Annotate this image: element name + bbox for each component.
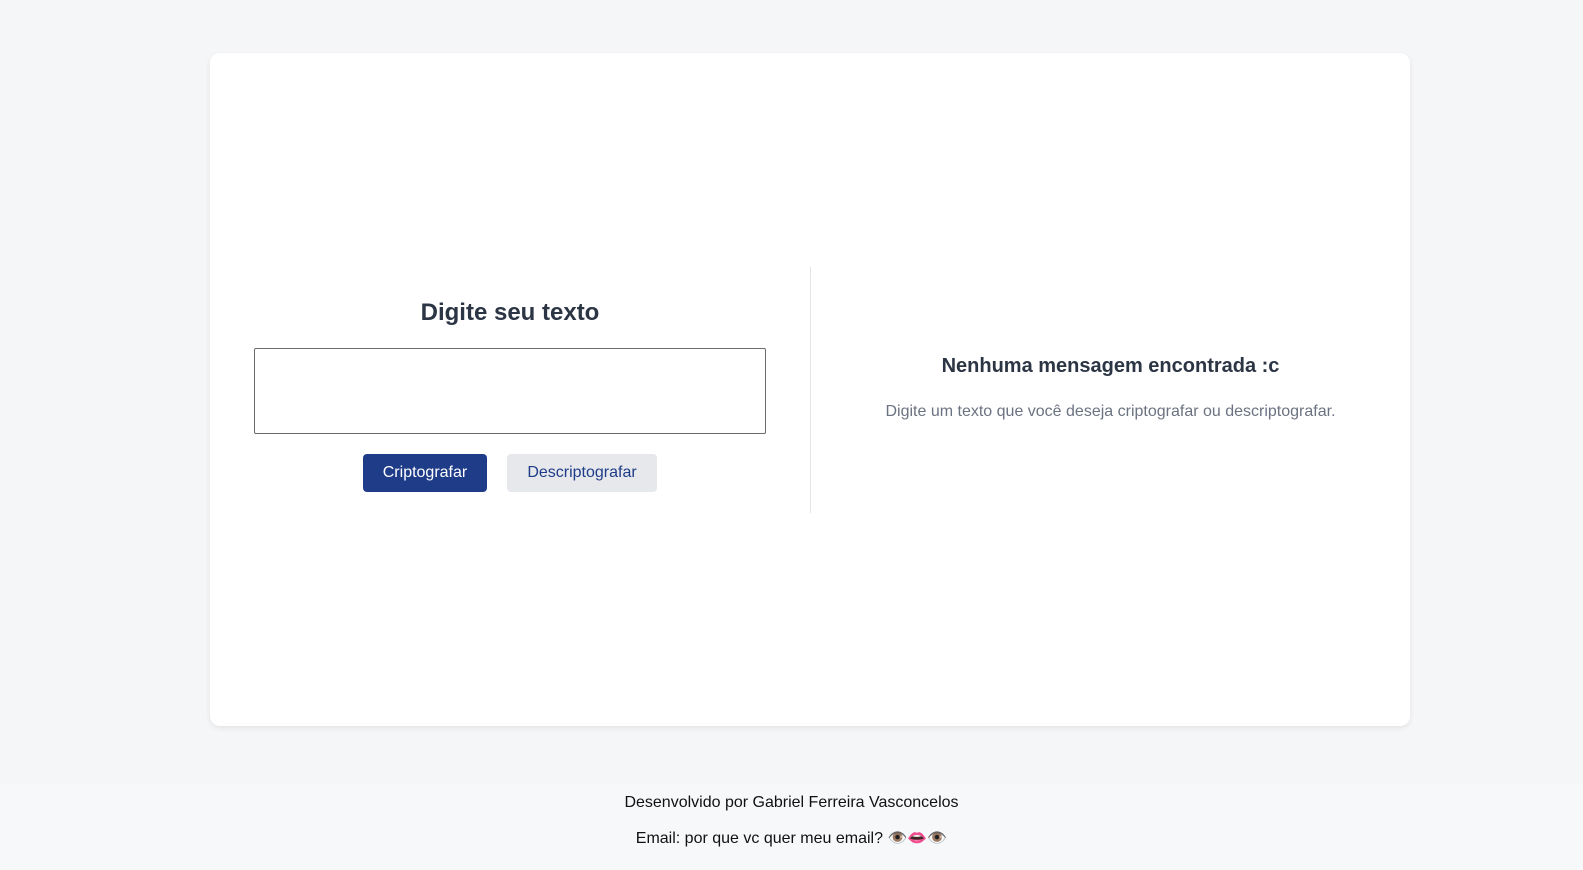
panel-divider (810, 267, 811, 513)
encrypt-button[interactable]: Criptografar (363, 454, 487, 492)
decrypt-button[interactable]: Descriptografar (507, 454, 657, 492)
main-card: Digite seu texto Criptografar Descriptog… (210, 53, 1410, 726)
footer-email: Email: por que vc quer meu email? 👁️👄👁️ (635, 830, 948, 847)
no-message-title: Nenhuma mensagem encontrada :c (941, 355, 1280, 377)
footer-credit: Desenvolvido por Gabriel Ferreira Vascon… (624, 794, 959, 811)
no-message-description: Digite um texto que você deseja criptogr… (885, 403, 1336, 420)
input-title: Digite seu texto (420, 299, 600, 326)
footer: Desenvolvido por Gabriel Ferreira Vascon… (0, 784, 1583, 870)
text-input[interactable] (254, 348, 766, 434)
